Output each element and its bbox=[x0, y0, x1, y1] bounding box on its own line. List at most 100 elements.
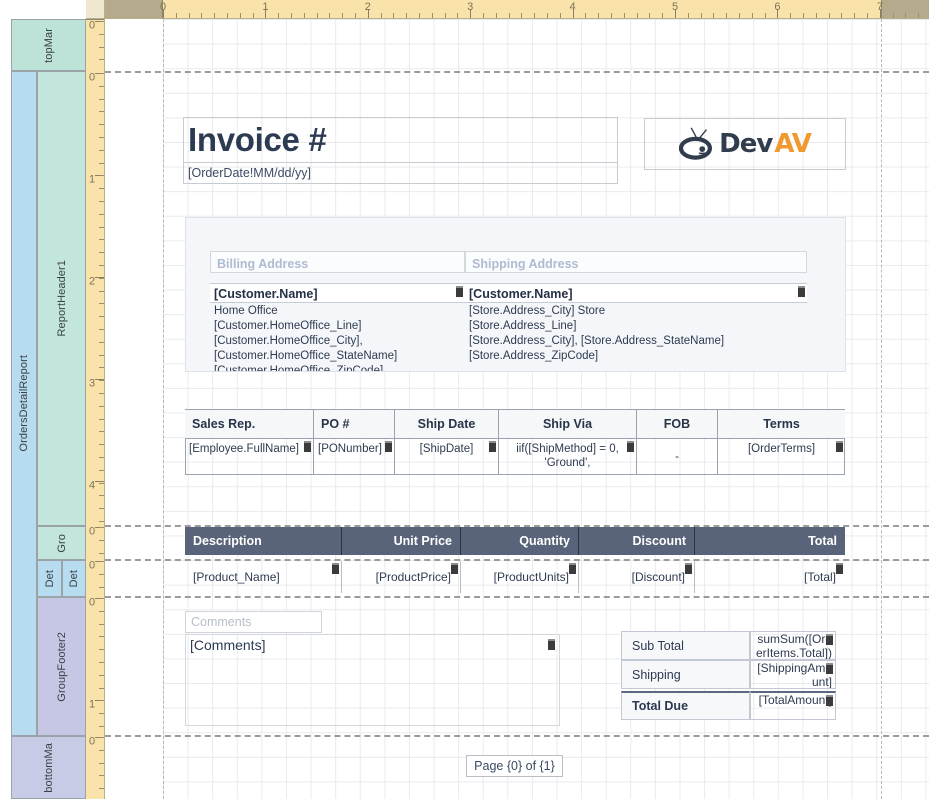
h-tick-minor bbox=[701, 13, 702, 18]
v-ruler-label: 0 bbox=[89, 73, 95, 84]
invoice-title-control[interactable]: Invoice # bbox=[183, 117, 618, 163]
billing-customer-name[interactable]: [Customer.Name] bbox=[210, 283, 465, 303]
band-label-bottom-margin: bottomMa bbox=[43, 743, 55, 793]
v-tick-minor bbox=[99, 750, 104, 751]
detail-value-cell[interactable]: [Total] bbox=[695, 561, 845, 593]
total-label-text: Total Due bbox=[632, 699, 688, 713]
detail-header-cell[interactable]: Quantity bbox=[461, 527, 579, 555]
detail-value-cell[interactable]: [Product_Name] bbox=[185, 561, 342, 593]
resize-handle[interactable] bbox=[836, 563, 843, 574]
band-strip: topMar OrdersDetailReport ReportHeader1 … bbox=[0, 19, 86, 799]
v-tick-minor bbox=[99, 470, 104, 471]
info-value-cell[interactable]: [OrderTerms] bbox=[718, 439, 845, 474]
h-ruler-label: 7 bbox=[877, 1, 883, 14]
info-value-cell[interactable]: - bbox=[637, 439, 718, 474]
band-detail-left[interactable]: Det bbox=[37, 560, 62, 597]
order-date-control[interactable]: [OrderDate!MM/dd/yy] bbox=[183, 162, 618, 184]
h-tick-minor bbox=[342, 13, 343, 18]
resize-handle[interactable] bbox=[385, 441, 392, 452]
h-tick-minor bbox=[355, 13, 356, 18]
total-label[interactable]: Sub Total bbox=[621, 631, 750, 660]
horizontal-ruler[interactable]: 01234567 bbox=[105, 0, 929, 19]
total-value[interactable]: [ShippingAmount] bbox=[750, 660, 836, 689]
v-tick-minor bbox=[99, 508, 104, 509]
h-ruler-label: 4 bbox=[570, 1, 576, 14]
info-value-cell[interactable]: [Employee.FullName] bbox=[185, 439, 314, 474]
h-tick-minor bbox=[739, 13, 740, 18]
band-separator-top-margin[interactable] bbox=[105, 71, 929, 73]
v-tick-minor bbox=[99, 150, 104, 151]
resize-handle[interactable] bbox=[332, 563, 339, 574]
info-header-cell[interactable]: Ship Via bbox=[499, 410, 637, 439]
info-header-cell[interactable]: Sales Rep. bbox=[185, 410, 314, 439]
ruler-corner bbox=[86, 0, 105, 19]
resize-handle[interactable] bbox=[826, 695, 833, 706]
v-ruler-label: 0 bbox=[89, 21, 95, 32]
band-group-footer[interactable]: GroupFooter2 bbox=[37, 597, 86, 736]
info-value-cell[interactable]: [PONumber] bbox=[314, 439, 395, 474]
h-tick-minor bbox=[624, 13, 625, 18]
info-header-text: Sales Rep. bbox=[192, 417, 255, 431]
h-tick-minor bbox=[752, 13, 753, 18]
resize-handle[interactable] bbox=[548, 639, 555, 650]
vertical-ruler[interactable]: 00123400010 bbox=[86, 19, 105, 799]
detail-value-cell[interactable]: [ProductUnits] bbox=[461, 561, 579, 593]
shipping-address-header[interactable]: Shipping Address bbox=[465, 251, 807, 273]
detail-value-cell[interactable]: [ProductPrice] bbox=[342, 561, 461, 593]
resize-handle[interactable] bbox=[569, 563, 576, 574]
total-value[interactable]: sumSum([OrderItems.Total]) bbox=[750, 631, 836, 660]
band-bottom-margin[interactable]: bottomMa bbox=[11, 736, 86, 799]
band-group-header[interactable]: Gro bbox=[37, 526, 86, 560]
billing-address-lines[interactable]: Home Office [Customer.HomeOffice_Line] [… bbox=[210, 304, 465, 371]
info-value-cell[interactable]: iif([ShipMethod] = 0, 'Ground', bbox=[499, 439, 637, 474]
detail-header-cell[interactable]: Description bbox=[185, 527, 342, 555]
devav-logo-control[interactable]: Dev AV bbox=[644, 118, 846, 170]
resize-handle[interactable] bbox=[826, 634, 833, 645]
total-value-text: sumSum([OrderItems.Total]) bbox=[756, 632, 832, 660]
info-header-cell[interactable]: FOB bbox=[637, 410, 718, 439]
resize-handle[interactable] bbox=[826, 663, 833, 674]
total-label-text: Sub Total bbox=[632, 639, 684, 653]
band-separator-detail[interactable] bbox=[105, 596, 929, 598]
v-tick-minor bbox=[99, 316, 104, 317]
resize-handle[interactable] bbox=[836, 441, 843, 452]
design-canvas[interactable]: Invoice # [OrderDate!MM/dd/yy] Dev AV Bi… bbox=[105, 19, 929, 799]
v-tick-minor bbox=[99, 521, 104, 522]
resize-handle[interactable] bbox=[304, 441, 311, 452]
detail-header-cell[interactable]: Unit Price bbox=[342, 527, 461, 555]
band-detail-right[interactable]: Det bbox=[62, 560, 86, 597]
h-tick-minor bbox=[611, 13, 612, 18]
detail-header-cell[interactable]: Discount bbox=[579, 527, 695, 555]
page-footer-control[interactable]: Page {0} of {1} bbox=[466, 755, 563, 777]
comments-label[interactable]: Comments bbox=[185, 611, 322, 633]
total-value-text: [ShippingAmount] bbox=[757, 661, 832, 689]
v-ruler-label: 0 bbox=[89, 737, 95, 748]
resize-handle[interactable] bbox=[798, 286, 805, 297]
v-tick-minor bbox=[99, 111, 104, 112]
band-report-header[interactable]: ReportHeader1 bbox=[37, 71, 86, 526]
resize-handle[interactable] bbox=[627, 441, 634, 452]
detail-header-cell[interactable]: Total bbox=[695, 527, 845, 555]
resize-handle[interactable] bbox=[685, 563, 692, 574]
detail-value-cell[interactable]: [Discount] bbox=[579, 561, 695, 593]
band-orders-detail-report[interactable]: OrdersDetailReport bbox=[11, 71, 37, 736]
comments-value[interactable]: [Comments] bbox=[185, 634, 560, 726]
info-value-cell[interactable]: [ShipDate] bbox=[395, 439, 499, 474]
band-separator-group-footer[interactable] bbox=[105, 735, 929, 737]
resize-handle[interactable] bbox=[456, 286, 463, 297]
billing-address-header[interactable]: Billing Address bbox=[210, 251, 465, 273]
total-label[interactable]: Shipping bbox=[621, 660, 750, 689]
h-tick-minor bbox=[649, 13, 650, 18]
info-header-cell[interactable]: Ship Date bbox=[395, 410, 499, 439]
shipping-customer-name[interactable]: [Customer.Name] bbox=[465, 283, 807, 303]
total-value[interactable]: [TotalAmount] bbox=[750, 691, 836, 720]
info-header-cell[interactable]: Terms bbox=[718, 410, 845, 439]
band-label-report-header: ReportHeader1 bbox=[56, 260, 68, 337]
info-header-cell[interactable]: PO # bbox=[314, 410, 395, 439]
v-ruler-label: 1 bbox=[89, 175, 95, 186]
resize-handle[interactable] bbox=[451, 563, 458, 574]
resize-handle[interactable] bbox=[489, 441, 496, 452]
total-label[interactable]: Total Due bbox=[621, 691, 750, 720]
shipping-address-lines[interactable]: [Store.Address_City] Store [Store.Addres… bbox=[465, 304, 807, 371]
band-top-margin[interactable]: topMar bbox=[11, 19, 86, 71]
